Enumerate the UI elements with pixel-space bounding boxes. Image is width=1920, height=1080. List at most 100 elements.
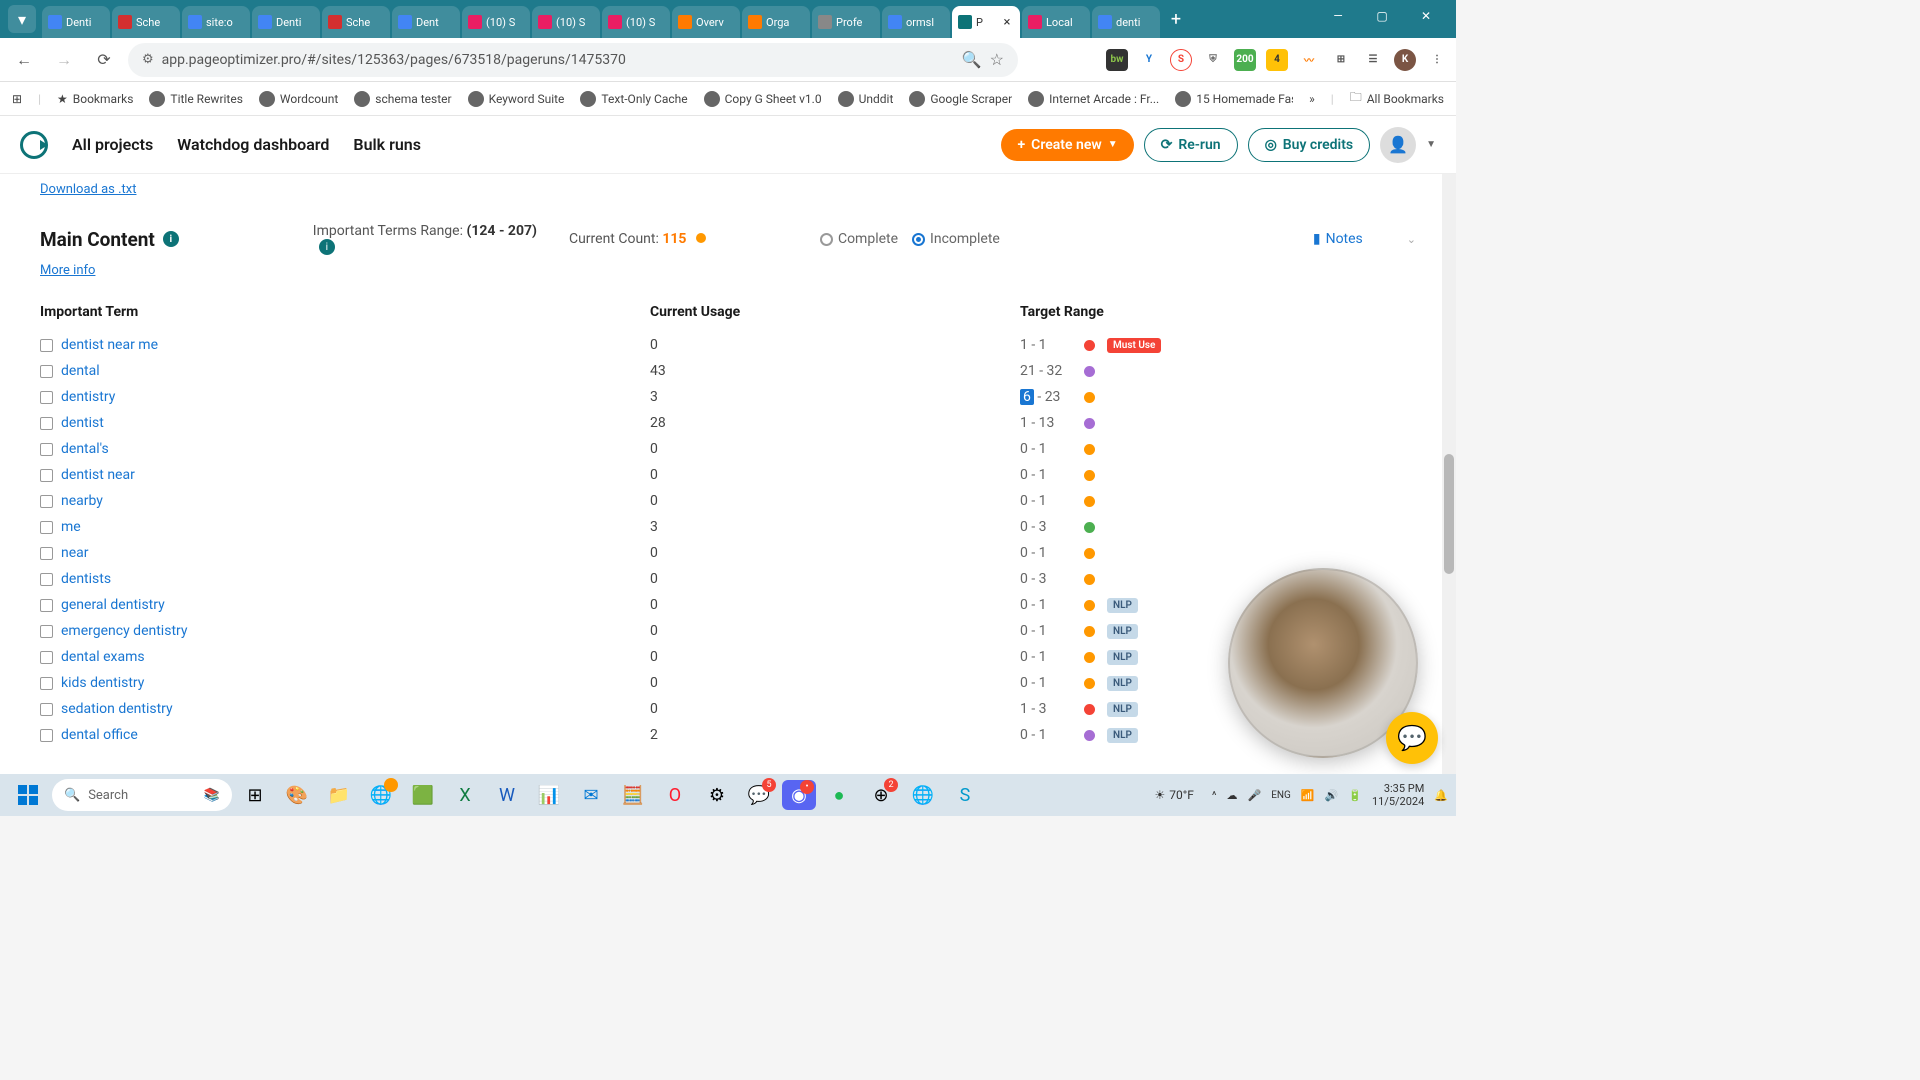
browser-tab[interactable]: site:o xyxy=(182,6,250,38)
term-checkbox[interactable] xyxy=(40,677,53,690)
word-icon[interactable]: W xyxy=(488,778,526,812)
tab-close-icon[interactable]: × xyxy=(1000,15,1014,29)
site-settings-icon[interactable]: ⚙ xyxy=(142,52,154,67)
profile-chip[interactable]: K xyxy=(1394,49,1416,71)
term-text[interactable]: general dentistry xyxy=(61,597,165,613)
user-menu-chevron-icon[interactable]: ▼ xyxy=(1426,139,1436,150)
excel-icon[interactable]: X xyxy=(446,778,484,812)
browser-tab[interactable]: P× xyxy=(952,6,1020,38)
term-text[interactable]: nearby xyxy=(61,493,103,509)
ext-bw-icon[interactable]: bw xyxy=(1106,49,1128,71)
task-view-icon[interactable]: ⊞ xyxy=(236,778,274,812)
maximize-button[interactable]: ▢ xyxy=(1360,0,1404,32)
notes-button[interactable]: ▮ Notes xyxy=(1313,231,1363,247)
browser-tab[interactable]: Denti xyxy=(252,6,320,38)
browser-tab[interactable]: Dent xyxy=(392,6,460,38)
messenger-icon[interactable]: 💬5 xyxy=(740,778,778,812)
term-checkbox[interactable] xyxy=(40,443,53,456)
wifi-icon[interactable]: 📶 xyxy=(1301,789,1315,802)
url-field[interactable]: ⚙ app.pageoptimizer.pro/#/sites/125363/p… xyxy=(128,43,1018,77)
browser-tab[interactable]: Local xyxy=(1022,6,1090,38)
opera-icon[interactable]: O xyxy=(656,778,694,812)
language-icon[interactable]: ENG xyxy=(1271,790,1291,801)
create-new-button[interactable]: + Create new ▼ xyxy=(1001,129,1133,161)
chat-fab-button[interactable]: 💬 xyxy=(1386,712,1438,764)
spotify-icon[interactable]: ● xyxy=(820,778,858,812)
term-text[interactable]: dentistry xyxy=(61,389,115,405)
bookmark-item[interactable]: schema tester xyxy=(354,91,451,107)
browser-tab[interactable]: Orga xyxy=(742,6,810,38)
bookmark-item[interactable]: Text-Only Cache xyxy=(580,91,687,107)
radio-complete[interactable]: Complete xyxy=(820,231,898,247)
term-checkbox[interactable] xyxy=(40,495,53,508)
bookmark-item[interactable]: Copy G Sheet v1.0 xyxy=(704,91,822,107)
term-text[interactable]: dental exams xyxy=(61,649,145,665)
copilot-icon[interactable]: 🎨 xyxy=(278,778,316,812)
scrollbar-thumb[interactable] xyxy=(1444,454,1454,574)
calculator-icon[interactable]: 🧮 xyxy=(614,778,652,812)
nav-watchdog[interactable]: Watchdog dashboard xyxy=(177,135,329,154)
bookmark-item[interactable]: 15 Homemade Fast... xyxy=(1175,91,1293,107)
term-text[interactable]: dental office xyxy=(61,727,138,743)
term-text[interactable]: dentist near xyxy=(61,467,135,483)
close-window-button[interactable]: ✕ xyxy=(1404,0,1448,32)
term-text[interactable]: dentist xyxy=(61,415,104,431)
browser-tab[interactable]: (10) S xyxy=(532,6,600,38)
collapse-icon[interactable]: ⌄ xyxy=(1407,233,1416,246)
reload-button[interactable]: ⟳ xyxy=(88,44,120,76)
browser-tab[interactable]: denti xyxy=(1092,6,1160,38)
discord-icon[interactable]: ◉• xyxy=(782,780,816,810)
browser-tab[interactable]: Sche xyxy=(112,6,180,38)
extensions-menu-icon[interactable]: ⊞ xyxy=(1330,49,1352,71)
forward-button[interactable]: → xyxy=(48,44,80,76)
notifications-icon[interactable]: 🔔 xyxy=(1434,789,1448,802)
bookmark-item[interactable]: ★Bookmarks xyxy=(57,92,133,106)
app-logo[interactable] xyxy=(20,131,48,159)
scrollbar-track[interactable] xyxy=(1442,174,1456,774)
apps-icon[interactable]: ⊞ xyxy=(12,92,22,106)
term-checkbox[interactable] xyxy=(40,599,53,612)
term-text[interactable]: near xyxy=(61,545,89,561)
ext-s-icon[interactable]: S xyxy=(1170,49,1192,71)
bookmark-star-icon[interactable]: ☆ xyxy=(990,50,1004,69)
term-checkbox[interactable] xyxy=(40,339,53,352)
more-info-link[interactable]: More info xyxy=(40,263,95,278)
browser-tab[interactable]: Overv xyxy=(672,6,740,38)
info-icon[interactable]: i xyxy=(319,239,335,255)
info-icon[interactable]: i xyxy=(163,231,179,247)
file-explorer-icon[interactable]: 📁 xyxy=(320,778,358,812)
term-checkbox[interactable] xyxy=(40,365,53,378)
ext-wave-icon[interactable]: 〰 xyxy=(1298,49,1320,71)
chrome-icon[interactable]: 🌐 xyxy=(362,778,400,812)
app-green-icon[interactable]: 🟩 xyxy=(404,778,442,812)
browser-tab[interactable]: Sche xyxy=(322,6,390,38)
back-button[interactable]: ← xyxy=(8,44,40,76)
bookmark-item[interactable]: Unddit xyxy=(838,91,894,107)
user-avatar[interactable]: 👤 xyxy=(1380,127,1416,163)
volume-icon[interactable]: 🔊 xyxy=(1325,789,1339,802)
bookmark-item[interactable]: Internet Arcade : Fr... xyxy=(1028,91,1159,107)
minimize-button[interactable]: — xyxy=(1316,0,1360,32)
download-txt-link[interactable]: Download as .txt xyxy=(40,182,136,197)
chrome2-icon[interactable]: 🌐 xyxy=(904,778,942,812)
onedrive-icon[interactable]: ☁ xyxy=(1226,789,1237,802)
mail-icon[interactable]: ✉ xyxy=(572,778,610,812)
new-tab-button[interactable]: + xyxy=(1162,5,1190,33)
zoom-icon[interactable]: 🔍 xyxy=(962,50,982,69)
rerun-button[interactable]: ⟳ Re-run xyxy=(1144,128,1238,162)
snagit-icon[interactable]: S xyxy=(946,778,984,812)
term-checkbox[interactable] xyxy=(40,547,53,560)
browser-tab[interactable]: ormsl xyxy=(882,6,950,38)
browser-tab[interactable]: (10) S xyxy=(462,6,530,38)
term-text[interactable]: kids dentistry xyxy=(61,675,144,691)
bookmark-item[interactable]: Title Rewrites xyxy=(149,91,243,107)
bookmark-item[interactable]: Google Scraper xyxy=(909,91,1012,107)
start-button[interactable] xyxy=(8,778,48,812)
term-text[interactable]: dentist near me xyxy=(61,337,158,353)
ext-shield-icon[interactable]: ⛨ xyxy=(1202,49,1224,71)
term-text[interactable]: sedation dentistry xyxy=(61,701,173,717)
radio-incomplete[interactable]: Incomplete xyxy=(912,231,1000,247)
term-text[interactable]: dental's xyxy=(61,441,109,457)
battery-icon[interactable]: 🔋 xyxy=(1348,789,1362,802)
ext-green-icon[interactable]: 200 xyxy=(1234,49,1256,71)
